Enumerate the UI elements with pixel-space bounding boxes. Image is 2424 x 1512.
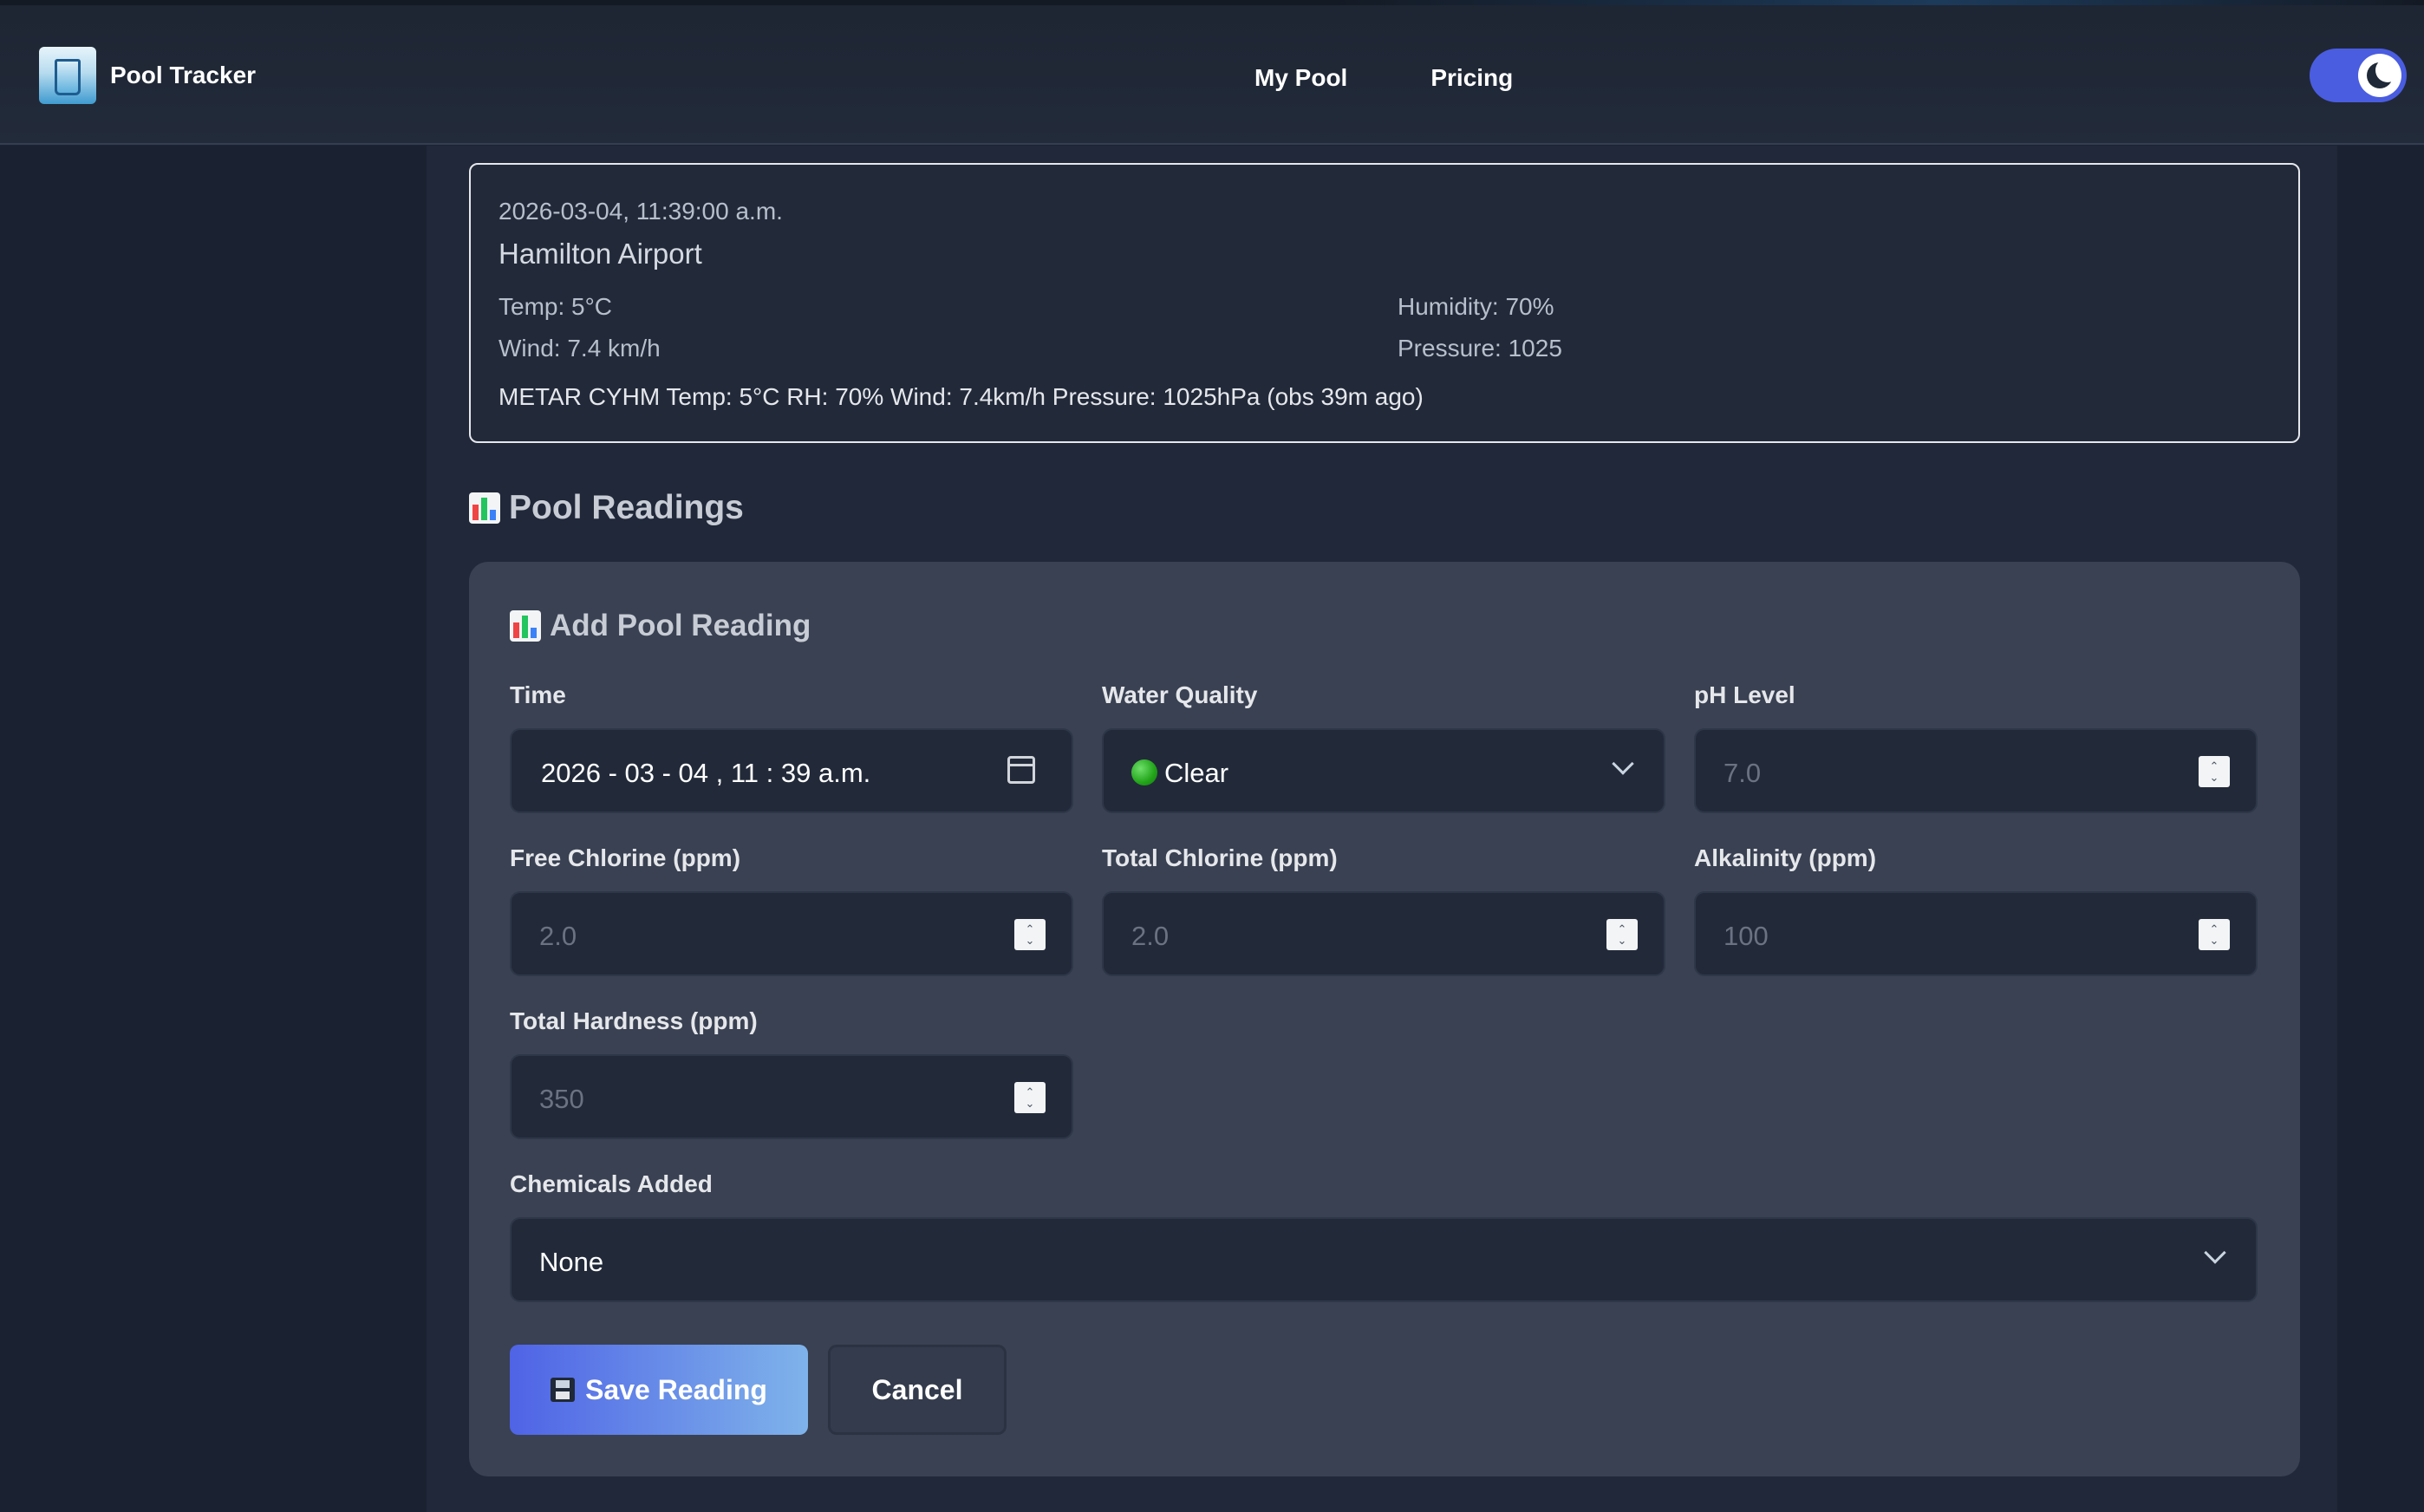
free-chlorine-label: Free Chlorine (ppm) [510,844,741,871]
bar-chart-icon [510,610,541,642]
floppy-disk-icon [551,1378,576,1402]
left-gutter [0,146,427,1512]
nav-my-pool[interactable]: My Pool [1254,64,1347,92]
number-spinner-icon[interactable]: ⌃ ⌄ [2199,919,2230,950]
hardness-placeholder: 350 [539,1084,584,1114]
right-gutter [2337,146,2424,1512]
free-chlorine-placeholder: 2.0 [539,921,577,951]
bar-chart-icon [469,492,500,524]
number-spinner-icon[interactable]: ⌃ ⌄ [1014,1082,1046,1113]
time-value: 2026 - 03 - 04 , 11 : 39 a.m. [541,758,871,788]
ph-label: pH Level [1694,681,1795,708]
chemicals-label: Chemicals Added [510,1170,713,1197]
chevron-down-icon [2204,1242,2226,1264]
hardness-label: Total Hardness (ppm) [510,1007,758,1034]
chemicals-value: None [539,1247,604,1277]
save-label: Save Reading [585,1373,767,1405]
hardness-input[interactable]: 350 ⌃ ⌄ [510,1054,1073,1139]
pool-logo-icon [39,47,96,104]
alkalinity-placeholder: 100 [1724,921,1769,951]
weather-humidity: Humidity: 70% [1398,293,1554,320]
nav-pricing[interactable]: Pricing [1430,64,1513,92]
ph-placeholder: 7.0 [1724,758,1762,788]
save-reading-button[interactable]: Save Reading [510,1345,808,1435]
green-circle-icon [1131,759,1157,785]
moon-icon [2367,58,2400,88]
free-chlorine-input[interactable]: 2.0 ⌃ ⌄ [510,891,1073,976]
brand[interactable]: Pool Tracker [39,47,256,104]
total-chlorine-label: Total Chlorine (ppm) [1102,844,1338,871]
chemicals-select[interactable]: None [510,1217,2258,1302]
number-spinner-icon[interactable]: ⌃ ⌄ [2199,756,2230,787]
ph-input[interactable]: 7.0 ⌃ ⌄ [1694,728,2258,813]
number-spinner-icon[interactable]: ⌃ ⌄ [1014,919,1046,950]
water-quality-label: Water Quality [1102,681,1258,708]
form-title: Add Pool Reading [510,609,811,643]
number-spinner-icon[interactable]: ⌃ ⌄ [1606,919,1638,950]
theme-toggle[interactable] [2310,49,2407,102]
calendar-icon[interactable] [1007,756,1035,784]
total-chlorine-placeholder: 2.0 [1131,921,1170,951]
form-title-text: Add Pool Reading [550,609,811,642]
toggle-knob [2358,54,2401,97]
weather-timestamp: 2026-03-04, 11:39:00 a.m. [498,198,783,225]
water-quality-display: Clear [1131,758,1228,789]
chevron-down-icon [1612,753,1634,775]
weather-metar: METAR CYHM Temp: 5°C RH: 70% Wind: 7.4km… [498,383,1424,410]
weather-card: 2026-03-04, 11:39:00 a.m. Hamilton Airpo… [469,163,2300,443]
navbar: Pool Tracker My Pool Pricing [0,5,2424,145]
section-title: Pool Readings [469,489,744,527]
weather-pressure: Pressure: 1025 [1398,335,1562,362]
app-name: Pool Tracker [110,62,257,88]
time-label: Time [510,681,566,708]
time-input[interactable]: 2026 - 03 - 04 , 11 : 39 a.m. [510,728,1073,813]
section-title-text: Pool Readings [509,489,744,526]
cancel-button[interactable]: Cancel [828,1345,1007,1435]
total-chlorine-input[interactable]: 2.0 ⌃ ⌄ [1102,891,1665,976]
water-quality-value: Clear [1164,758,1229,788]
alkalinity-input[interactable]: 100 ⌃ ⌄ [1694,891,2258,976]
main-nav: My Pool Pricing [1254,64,1596,92]
alkalinity-label: Alkalinity (ppm) [1694,844,1877,871]
weather-temp: Temp: 5°C [498,293,613,320]
add-reading-form: Add Pool Reading Time 2026 - 03 - 04 , 1… [469,562,2300,1476]
water-quality-select[interactable]: Clear [1102,728,1665,813]
weather-location: Hamilton Airport [498,238,702,270]
weather-wind: Wind: 7.4 km/h [498,335,661,362]
